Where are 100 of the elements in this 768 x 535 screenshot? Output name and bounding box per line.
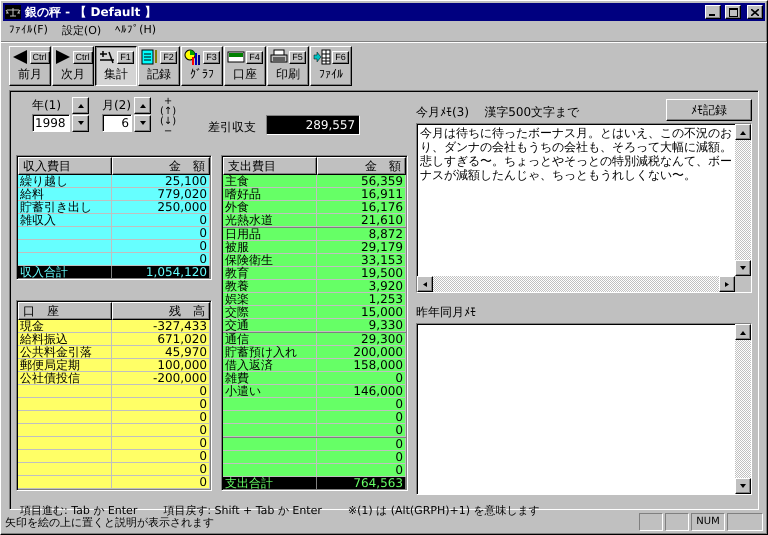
toolbar-button[interactable]: Ctrl 次月 [52,46,94,86]
increment-button[interactable] [72,97,89,114]
table-cell[interactable]: 公社債投信 [18,372,112,385]
table-cell[interactable]: 給料振込 [18,333,112,346]
table-cell[interactable]: 25,100 [112,175,210,188]
scroll-left-button[interactable] [417,276,433,292]
month-field[interactable]: 6 [102,114,132,132]
increment-button[interactable] [134,97,151,114]
column-header[interactable]: 金 額 [112,157,210,175]
table-cell[interactable]: 教育 [223,266,317,280]
table-cell[interactable]: 保険衛生 [223,254,317,267]
table-cell[interactable]: 日用品 [223,228,317,241]
table-cell[interactable]: 100,000 [112,359,210,372]
table-cell[interactable]: 671,020 [112,333,210,346]
table-cell[interactable]: 嗜好品 [223,188,317,202]
table-cell[interactable]: 通信 [223,332,317,346]
scroll-down-button[interactable] [735,260,751,276]
table-cell[interactable]: 16,911 [317,188,406,202]
table-cell[interactable]: 光熱水道 [223,214,317,228]
table-cell[interactable]: 借入返済 [223,358,317,372]
table-cell[interactable]: 15,000 [317,306,406,320]
table-cell[interactable]: 0 [112,227,210,240]
table-cell[interactable]: 0 [112,385,210,398]
decrement-button[interactable] [72,115,89,132]
column-header[interactable]: 支出費目 [223,157,317,175]
table-cell[interactable]: 29,300 [317,332,406,346]
table-cell[interactable]: 小遣い [223,385,317,398]
column-header[interactable]: 残 高 [112,302,210,320]
save-memo-button[interactable]: ﾒﾓ記録 [666,99,752,121]
table-cell[interactable]: 3,920 [317,280,406,293]
menu-item[interactable]: ﾌｧｲﾙ(F) [9,23,48,39]
table-cell[interactable]: 被服 [223,240,317,254]
table-cell[interactable]: 0 [112,476,210,489]
toolbar-button[interactable]: F6 ﾌｧｲﾙ [310,46,352,86]
table-cell[interactable]: 0 [317,464,406,477]
table-cell[interactable]: 教養 [223,280,317,293]
table-cell[interactable]: 21,610 [317,214,406,228]
table-cell[interactable]: 19,500 [317,266,406,280]
table-cell[interactable]: 主食 [223,175,317,188]
table-cell[interactable]: 貯蓄預け入れ [223,346,317,359]
table-cell[interactable]: 0 [317,372,406,385]
scroll-up-button[interactable] [735,124,751,140]
table-cell[interactable]: 0 [112,240,210,253]
table-cell[interactable]: 0 [317,424,406,438]
table-cell[interactable]: 45,970 [112,346,210,359]
close-button[interactable] [747,5,763,19]
table-cell[interactable]: 56,359 [317,175,406,188]
table-cell[interactable]: 33,153 [317,254,406,267]
table-cell[interactable]: 郵便局定期 [18,359,112,372]
maximize-button[interactable] [725,5,741,19]
toolbar-button[interactable]: Ctrl 前月 [9,46,51,86]
table-cell[interactable]: 146,000 [317,385,406,398]
toolbar-button[interactable]: F1 集計 [95,46,137,86]
toolbar-button[interactable]: F4 口座 [224,46,266,86]
table-cell[interactable]: 0 [112,450,210,463]
table-cell[interactable]: 0 [317,411,406,424]
table-cell[interactable]: 交通 [223,319,317,332]
table-cell[interactable]: -200,000 [112,372,210,385]
column-header[interactable]: 収入費目 [18,157,112,175]
table-cell[interactable]: 繰り越し [18,175,112,188]
minimize-button[interactable] [705,5,721,19]
table-cell[interactable]: 779,020 [112,188,210,201]
decrement-button[interactable] [134,115,151,132]
table-cell[interactable]: 雑費 [223,372,317,385]
column-header[interactable]: 金 額 [317,157,406,175]
year-field[interactable]: 1998 [32,114,70,132]
table-cell[interactable]: 給料 [18,188,112,201]
vertical-scrollbar[interactable] [735,124,751,276]
column-header[interactable]: 口 座 [18,302,112,320]
table-cell[interactable]: 0 [112,398,210,411]
table-cell[interactable]: 158,000 [317,358,406,372]
table-cell[interactable]: 現金 [18,320,112,333]
horizontal-scrollbar[interactable] [417,276,735,292]
table-cell[interactable]: 外食 [223,201,317,214]
table-cell[interactable]: 雑収入 [18,214,112,227]
table-cell[interactable]: 0 [112,424,210,437]
table-cell[interactable]: 0 [112,463,210,476]
table-cell[interactable]: 交際 [223,306,317,320]
table-cell[interactable]: 0 [112,411,210,424]
toolbar-button[interactable]: F2 記録 [138,46,180,86]
menu-item[interactable]: ﾍﾙﾌﾟ(H) [115,23,156,39]
table-cell[interactable]: 0 [112,253,210,266]
table-cell[interactable]: 貯蓄引き出し [18,201,112,214]
table-cell[interactable]: 娯楽 [223,293,317,306]
menu-item[interactable]: 設定(O) [62,23,102,39]
toolbar-button[interactable]: F3 ｸﾞﾗﾌ [181,46,223,86]
table-cell[interactable]: -327,433 [112,320,210,333]
table-cell[interactable]: 16,176 [317,201,406,214]
table-cell[interactable]: 9,330 [317,319,406,332]
table-cell[interactable]: 0 [317,398,406,412]
table-cell[interactable]: 0 [112,214,210,227]
scroll-right-button[interactable] [719,276,735,292]
toolbar-button[interactable]: F5 印刷 [267,46,309,86]
table-cell[interactable]: 0 [317,450,406,464]
table-cell[interactable]: 200,000 [317,346,406,359]
table-cell[interactable]: 0 [317,438,406,450]
table-cell[interactable]: 250,000 [112,201,210,214]
table-cell[interactable]: 8,872 [317,228,406,241]
table-cell[interactable]: 0 [112,437,210,450]
table-cell[interactable]: 公共料金引落 [18,346,112,359]
